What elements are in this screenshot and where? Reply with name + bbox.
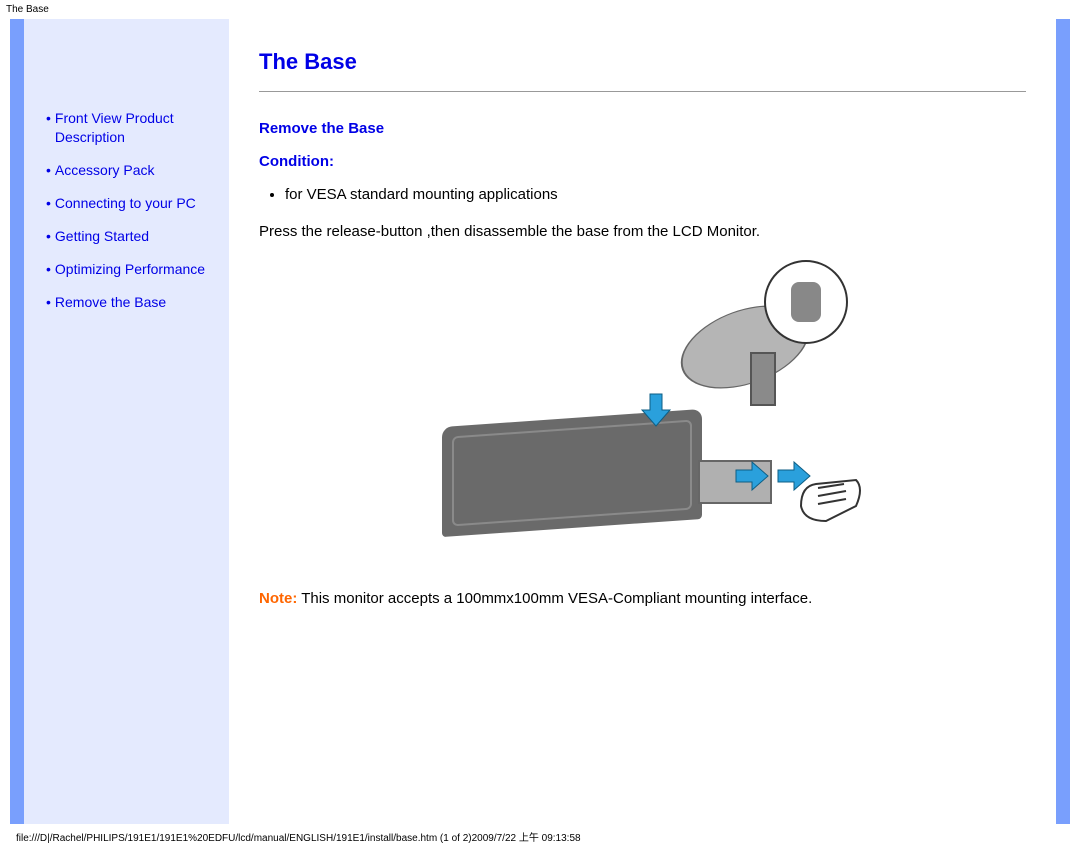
arrow-down-icon bbox=[638, 392, 674, 428]
base-disc-illustration bbox=[678, 260, 848, 430]
nav-label: Getting Started bbox=[55, 227, 149, 246]
nav-item-remove-base[interactable]: • Remove the Base bbox=[46, 293, 217, 312]
bullet-icon: • bbox=[46, 260, 51, 279]
footer-path: file:///D|/Rachel/PHILIPS/191E1/191E1%20… bbox=[16, 825, 581, 848]
condition-list: for VESA standard mounting applications bbox=[285, 186, 1026, 203]
illustration bbox=[428, 260, 858, 560]
note-line: Note: This monitor accepts a 100mmx100mm… bbox=[259, 590, 1026, 607]
section-condition: Condition: bbox=[259, 153, 1026, 170]
nav-item-optimizing[interactable]: • Optimizing Performance bbox=[46, 260, 217, 279]
nav-item-accessory-pack[interactable]: • Accessory Pack bbox=[46, 161, 217, 180]
note-text: This monitor accepts a 100mmx100mm VESA-… bbox=[297, 590, 812, 607]
bullet-icon: • bbox=[46, 194, 51, 213]
hand-icon bbox=[796, 466, 866, 536]
right-border bbox=[1056, 19, 1070, 824]
bullet-icon: • bbox=[46, 109, 51, 128]
nav-item-getting-started[interactable]: • Getting Started bbox=[46, 227, 217, 246]
arrow-right-icon bbox=[734, 458, 770, 494]
sidebar: • Front View Product Description • Acces… bbox=[24, 19, 229, 824]
monitor-back-icon bbox=[442, 409, 702, 537]
nav-label: Front View Product Description bbox=[55, 109, 217, 147]
divider bbox=[259, 91, 1026, 92]
note-label: Note: bbox=[259, 590, 297, 607]
instruction-text: Press the release-button ,then disassemb… bbox=[259, 223, 1026, 240]
nav-label: Optimizing Performance bbox=[55, 260, 205, 279]
zoom-circle-icon bbox=[764, 260, 848, 344]
nav-label: Accessory Pack bbox=[55, 161, 155, 180]
stem-icon bbox=[750, 352, 776, 406]
window-title: The Base bbox=[0, 0, 1080, 19]
bullet-icon: • bbox=[46, 293, 51, 312]
page-frame: • Front View Product Description • Acces… bbox=[10, 19, 1070, 824]
main-content: The Base Remove the Base Condition: for … bbox=[229, 19, 1056, 824]
page-heading: The Base bbox=[259, 49, 1026, 75]
condition-item: for VESA standard mounting applications bbox=[285, 186, 1026, 203]
bullet-icon: • bbox=[46, 227, 51, 246]
bullet-icon: • bbox=[46, 161, 51, 180]
nav-item-connecting[interactable]: • Connecting to your PC bbox=[46, 194, 217, 213]
nav-label: Connecting to your PC bbox=[55, 194, 196, 213]
nav-label: Remove the Base bbox=[55, 293, 166, 312]
nav-item-front-view[interactable]: • Front View Product Description bbox=[46, 109, 217, 147]
left-border bbox=[10, 19, 24, 824]
section-remove-base: Remove the Base bbox=[259, 120, 1026, 137]
